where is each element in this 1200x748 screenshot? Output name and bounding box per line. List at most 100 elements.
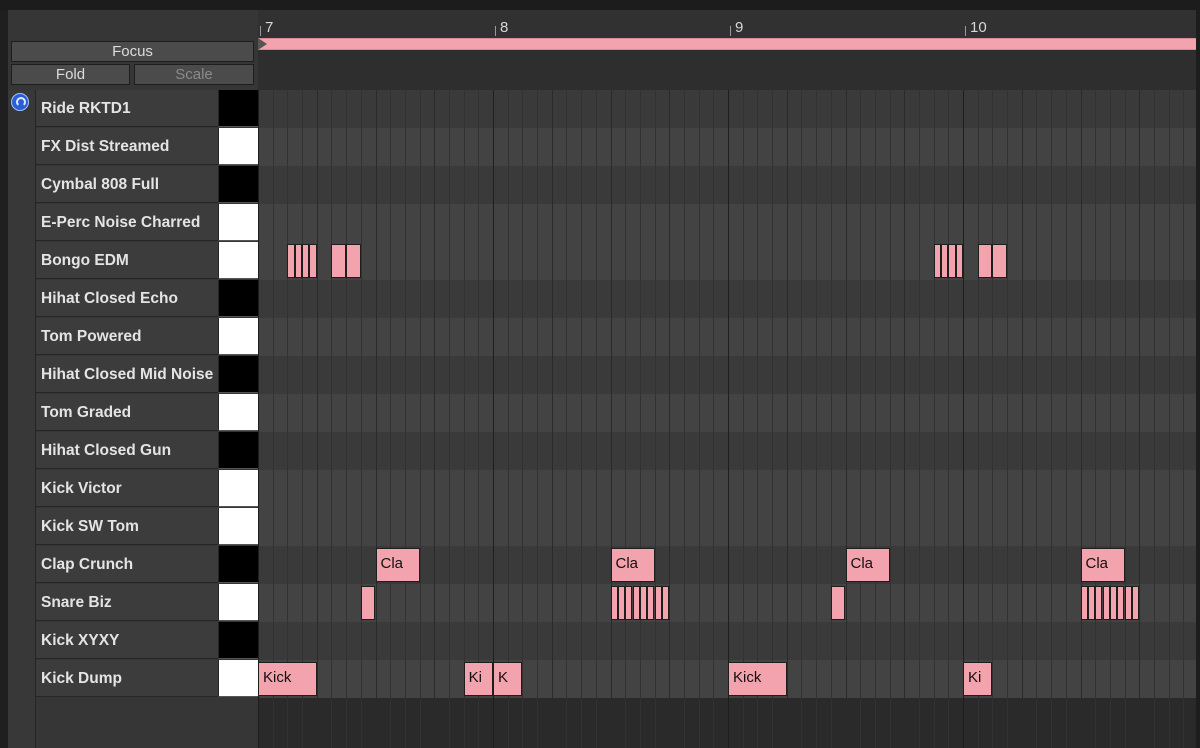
grid-lane[interactable] [258,128,1200,166]
midi-note[interactable] [940,244,949,278]
drum-row-label[interactable]: Hihat Closed Gun [36,432,218,469]
midi-note[interactable] [955,244,963,278]
drum-row-label[interactable]: Kick SW Tom [36,508,218,545]
grid-lane[interactable] [258,622,1200,660]
midi-note[interactable]: Cla [1080,548,1125,582]
midi-note[interactable]: Cla [375,548,420,582]
midi-note[interactable] [1131,586,1140,620]
timeline-ruler[interactable]: 7 8 9 10 [258,10,1200,90]
bar-tick [495,26,496,36]
piano-key[interactable] [218,394,258,431]
fold-button[interactable]: Fold [11,64,130,85]
drum-row-label[interactable]: Hihat Closed Echo [36,280,218,317]
piano-key[interactable] [218,546,258,583]
midi-note[interactable] [661,586,670,620]
drum-row-label[interactable]: Hihat Closed Mid Noise [36,356,218,393]
midi-note[interactable]: Cla [610,548,655,582]
midi-note[interactable] [625,586,633,620]
midi-note[interactable]: Ki [963,662,993,696]
midi-note[interactable] [1080,586,1088,620]
midi-note[interactable] [309,244,317,278]
drum-row-label[interactable]: Cymbal 808 Full [36,166,218,203]
midi-note[interactable] [639,586,648,620]
grid-lane[interactable] [258,432,1200,470]
drum-row-label[interactable]: Tom Powered [36,318,218,355]
grid-lane[interactable] [258,394,1200,432]
grid-line [449,90,450,748]
grid-lane[interactable] [258,90,1200,128]
drum-row-label[interactable]: Clap Crunch [36,546,218,583]
piano-key[interactable] [218,470,258,507]
loop-brace[interactable] [258,38,1200,50]
midi-note[interactable] [948,244,956,278]
drum-row-label[interactable]: Bongo EDM [36,242,218,279]
midi-note[interactable] [1117,586,1125,620]
midi-note[interactable]: Kick [258,662,317,696]
piano-key[interactable] [218,280,258,317]
loop-start-marker[interactable] [258,38,267,50]
midi-note[interactable]: Kick [728,662,787,696]
midi-note[interactable]: K [493,662,523,696]
midi-note[interactable] [992,244,1007,278]
midi-note[interactable]: Cla [845,548,890,582]
focus-button[interactable]: Focus [11,41,254,62]
grid-line [1036,90,1037,748]
midi-note[interactable] [287,244,295,278]
midi-note[interactable] [294,244,302,278]
midi-note[interactable] [1102,586,1110,620]
grid-lane[interactable] [258,166,1200,204]
piano-key[interactable] [218,622,258,659]
midi-note[interactable] [610,586,618,620]
scale-button[interactable]: Scale [134,64,254,85]
grid-lane[interactable] [258,470,1200,508]
piano-key[interactable] [218,660,258,697]
piano-key[interactable] [218,204,258,241]
midi-note[interactable] [346,244,361,278]
drum-row-label[interactable]: Kick Victor [36,470,218,507]
midi-note[interactable] [1124,586,1132,620]
piano-key[interactable] [218,242,258,279]
drum-row-label[interactable]: Snare Biz [36,584,218,621]
midi-note[interactable] [977,244,993,278]
drum-row-label[interactable]: Tom Graded [36,394,218,431]
midi-note[interactable] [1095,586,1103,620]
midi-note[interactable] [1109,586,1118,620]
piano-key[interactable] [218,90,258,127]
midi-note[interactable] [632,586,640,620]
drum-row-label[interactable]: Kick Dump [36,660,218,697]
bar-tick [260,26,261,36]
grid-lane[interactable] [258,280,1200,318]
piano-key[interactable] [218,432,258,469]
piano-key[interactable] [218,508,258,545]
drum-row-label[interactable]: E-Perc Noise Charred [36,204,218,241]
midi-note[interactable] [360,586,376,620]
grid-lane[interactable] [258,584,1200,622]
headphones-icon[interactable] [11,93,29,111]
midi-note[interactable] [933,244,941,278]
drum-row-label[interactable]: Ride RKTD1 [36,90,218,127]
piano-key[interactable] [218,584,258,621]
grid-lane[interactable] [258,242,1200,280]
grid-lane[interactable] [258,204,1200,242]
drum-row-label[interactable]: Kick XYXY [36,622,218,659]
piano-key[interactable] [218,356,258,393]
midi-note[interactable] [617,586,626,620]
midi-note[interactable] [1087,586,1096,620]
grid-lane[interactable] [258,508,1200,546]
drum-row-label[interactable]: FX Dist Streamed [36,128,218,165]
grid-lane[interactable] [258,318,1200,356]
piano-key[interactable] [218,128,258,165]
midi-note[interactable] [302,244,310,278]
note-grid[interactable]: Cla Cla Cla Cla Kick Ki K Kick Ki [258,90,1200,748]
midi-note[interactable] [647,586,655,620]
vertical-scrollbar[interactable] [1196,10,1200,748]
grid-line [890,90,891,748]
midi-note[interactable]: Ki [463,662,493,696]
midi-note[interactable] [830,586,846,620]
grid-lane[interactable] [258,356,1200,394]
midi-note[interactable] [654,586,662,620]
piano-key[interactable] [218,166,258,203]
piano-key[interactable] [218,318,258,355]
grid-line [420,90,421,748]
midi-note[interactable] [331,244,346,278]
